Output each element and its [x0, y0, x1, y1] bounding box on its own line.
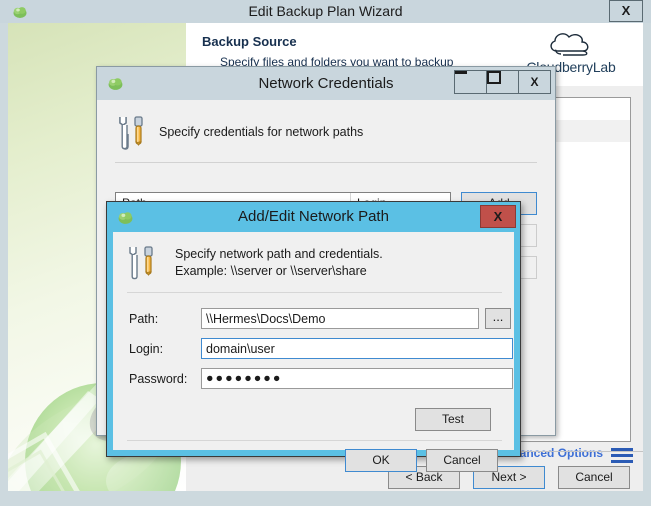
divider: [127, 292, 502, 293]
path-input[interactable]: [201, 308, 479, 329]
add-edit-titlebar[interactable]: Add/Edit Network Path X: [107, 202, 520, 232]
path-label: Path:: [129, 312, 159, 326]
login-input[interactable]: [201, 338, 513, 359]
divider: [115, 162, 537, 163]
maximize-icon[interactable]: [486, 70, 519, 94]
wrench-screwdriver-icon: [119, 116, 143, 150]
minimize-icon[interactable]: [454, 70, 487, 94]
add-edit-network-path-dialog: Add/Edit Network Path X Specify network …: [106, 201, 521, 472]
close-label: X: [530, 75, 539, 89]
window-controls: X: [454, 70, 551, 94]
close-icon[interactable]: X: [480, 205, 516, 228]
wizard-title: Edit Backup Plan Wizard: [248, 3, 403, 19]
add-edit-caption-line1: Specify network path and credentials.: [175, 247, 383, 261]
add-edit-body: Specify network path and credentials. Ex…: [113, 232, 514, 472]
ok-button[interactable]: OK: [345, 449, 417, 472]
password-input[interactable]: ●●●●●●●●: [201, 368, 513, 389]
network-credentials-caption: Specify credentials for network paths: [159, 125, 364, 139]
divider: [127, 440, 502, 441]
add-edit-caption-line2: Example: \\server or \\server\share: [175, 264, 367, 278]
add-edit-title: Add/Edit Network Path: [238, 208, 389, 225]
test-button[interactable]: Test: [415, 408, 491, 431]
page-title: Backup Source: [202, 34, 297, 49]
password-label: Password:: [129, 372, 188, 386]
wizard-titlebar[interactable]: Edit Backup Plan Wizard X: [0, 0, 651, 23]
network-credentials-titlebar[interactable]: Network Credentials X: [97, 67, 555, 100]
cancel-button[interactable]: Cancel: [426, 449, 498, 472]
close-icon[interactable]: X: [518, 70, 551, 94]
wizard-close-button[interactable]: X: [609, 0, 643, 22]
browse-button[interactable]: ...: [485, 308, 511, 329]
wrench-screwdriver-icon: [129, 246, 153, 280]
login-label: Login:: [129, 342, 164, 356]
screen-root: Edit Backup Plan Wizard X Backup Source …: [0, 0, 651, 506]
cloud-logo-icon: [550, 33, 589, 56]
cancel-button[interactable]: Cancel: [558, 466, 630, 489]
